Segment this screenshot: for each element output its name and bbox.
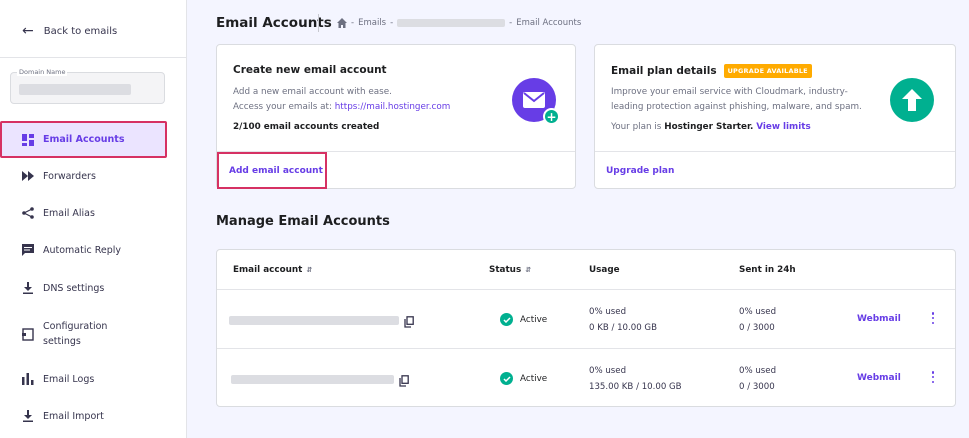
table-row: Active 0% used 0 KB / 10.00 GB 0% used 0…	[217, 290, 955, 348]
breadcrumb-current: Email Accounts	[516, 18, 582, 28]
manage-section-title: Manage Email Accounts	[216, 214, 390, 229]
copy-icon[interactable]	[399, 372, 409, 387]
email-address-redacted	[229, 316, 399, 325]
column-header-status[interactable]: Status ⇵	[489, 265, 531, 275]
sidebar-item-email-accounts[interactable]: Email Accounts	[0, 121, 167, 158]
status-badge: Active	[500, 313, 547, 326]
sidebar-item-label: Automatic Reply	[43, 244, 122, 256]
webmail-link[interactable]: Webmail	[857, 373, 901, 383]
sidebar-item-label: Configuration settings	[43, 321, 108, 347]
sidebar-item-automatic-reply[interactable]: Automatic Reply	[22, 244, 121, 256]
download-icon	[22, 282, 34, 294]
view-limits-link[interactable]: View limits	[756, 122, 810, 132]
create-card-description: Add a new email account with ease. Acces…	[233, 87, 451, 112]
sent-cell: 0% used 0 / 3000	[739, 366, 777, 392]
back-to-emails-link[interactable]: ← Back to emails	[22, 24, 117, 38]
check-circle-icon	[500, 372, 513, 385]
breadcrumb: - Emails - - Email Accounts	[337, 18, 581, 28]
more-options-icon[interactable]	[929, 369, 937, 385]
create-card-title: Create new email account	[233, 64, 387, 76]
sort-icon: ⇵	[525, 266, 532, 274]
sidebar-item-label: Forwarders	[43, 170, 96, 182]
bar-chart-icon	[22, 373, 34, 385]
create-email-card: Create new email account Add a new email…	[216, 44, 576, 189]
main-content: Email Accounts - Emails - - Email Accoun…	[187, 0, 969, 438]
back-label: Back to emails	[43, 25, 118, 37]
email-address-redacted	[231, 375, 394, 384]
column-header-email[interactable]: Email account ⇵	[233, 265, 312, 275]
webmail-link[interactable]: Webmail	[857, 314, 901, 324]
arrow-left-icon: ←	[22, 23, 34, 39]
sidebar-item-forwarders[interactable]: Forwarders	[22, 170, 96, 182]
email-plan-card: Email plan details UPGRADE AVAILABLE Imp…	[594, 44, 956, 189]
more-options-icon[interactable]	[929, 310, 937, 326]
current-plan: Your plan is Hostinger Starter. View lim…	[611, 122, 811, 132]
sidebar-item-email-alias[interactable]: Email Alias	[22, 207, 95, 219]
check-circle-icon	[500, 313, 513, 326]
usage-cell: 0% used 135.00 KB / 10.00 GB	[589, 366, 682, 392]
column-header-sent: Sent in 24h	[739, 265, 796, 275]
sidebar-item-dns-settings[interactable]: DNS settings	[22, 282, 104, 294]
config-icon	[22, 327, 34, 341]
sort-icon: ⇵	[306, 266, 313, 274]
breadcrumb-emails[interactable]: Emails	[358, 18, 386, 28]
home-icon[interactable]	[337, 18, 347, 28]
sidebar-item-label: Email Logs	[43, 373, 95, 385]
usage-cell: 0% used 0 KB / 10.00 GB	[589, 307, 657, 333]
card-divider	[595, 151, 955, 152]
column-header-usage: Usage	[589, 265, 620, 275]
breadcrumb-separator: -	[351, 18, 355, 28]
page-title: Email Accounts	[216, 15, 332, 31]
upgrade-plan-button[interactable]: Upgrade plan	[606, 166, 674, 176]
import-icon	[22, 410, 34, 422]
arrow-up-icon	[890, 78, 934, 122]
sent-cell: 0% used 0 / 3000	[739, 307, 777, 333]
title-divider	[318, 14, 319, 32]
breadcrumb-separator: -	[509, 18, 513, 28]
copy-icon[interactable]	[404, 313, 414, 328]
sidebar-item-label: DNS settings	[43, 282, 105, 294]
upgrade-badge: UPGRADE AVAILABLE	[723, 64, 812, 78]
table-row: Active 0% used 135.00 KB / 10.00 GB 0% u…	[217, 349, 955, 407]
add-email-account-button[interactable]: Add email account	[217, 152, 327, 189]
sidebar-item-email-logs[interactable]: Email Logs	[22, 373, 94, 385]
share-icon	[22, 207, 34, 219]
sidebar-item-configuration-settings[interactable]: Configuration settings	[22, 319, 123, 349]
message-icon	[22, 244, 34, 256]
plan-card-description: Improve your email service with Cloudmar…	[611, 87, 862, 112]
sidebar-divider	[0, 57, 187, 58]
email-accounts-table: Email account ⇵ Status ⇵ Usage Sent in 24h…	[216, 249, 956, 407]
sidebar-item-label: Email Import	[43, 410, 104, 422]
breadcrumb-separator: -	[390, 18, 394, 28]
fast-forward-icon	[22, 170, 34, 182]
sidebar-item-label: Email Alias	[43, 207, 95, 219]
domain-label: Domain Name	[17, 68, 68, 76]
domain-select[interactable]: Domain Name	[10, 68, 165, 104]
accounts-count: 2/100 email accounts created	[233, 122, 380, 132]
sidebar-item-email-import[interactable]: Email Import	[22, 410, 104, 422]
domain-value-redacted	[19, 84, 131, 95]
sidebar-item-label: Email Accounts	[43, 134, 125, 145]
plus-icon: +	[543, 108, 560, 125]
status-badge: Active	[500, 372, 547, 385]
webmail-url-link[interactable]: https://mail.hostinger.com	[335, 102, 451, 112]
breadcrumb-domain-redacted[interactable]	[397, 19, 506, 27]
sidebar: ← Back to emails Domain Name Email Accou…	[0, 0, 187, 438]
plan-card-title: Email plan details UPGRADE AVAILABLE	[611, 64, 812, 78]
grid-icon	[22, 133, 34, 146]
